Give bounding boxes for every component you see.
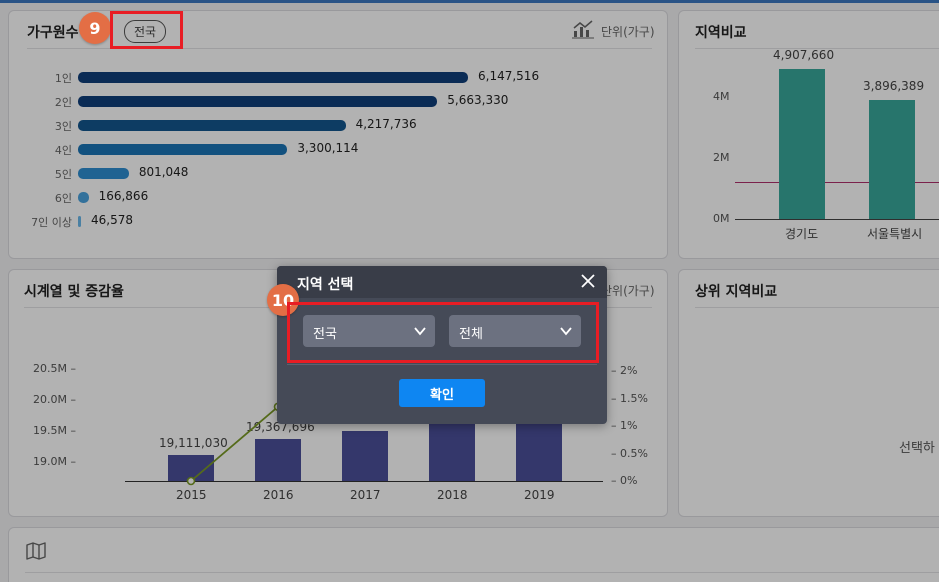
modal-divider	[287, 364, 597, 365]
highlight-box-selects	[287, 302, 599, 363]
callout-badge-9: 9	[79, 12, 111, 44]
modal-title: 지역 선택	[297, 277, 354, 293]
highlight-box-region-pill	[110, 11, 183, 49]
confirm-button[interactable]: 확인	[399, 379, 485, 407]
close-icon[interactable]	[579, 272, 597, 290]
